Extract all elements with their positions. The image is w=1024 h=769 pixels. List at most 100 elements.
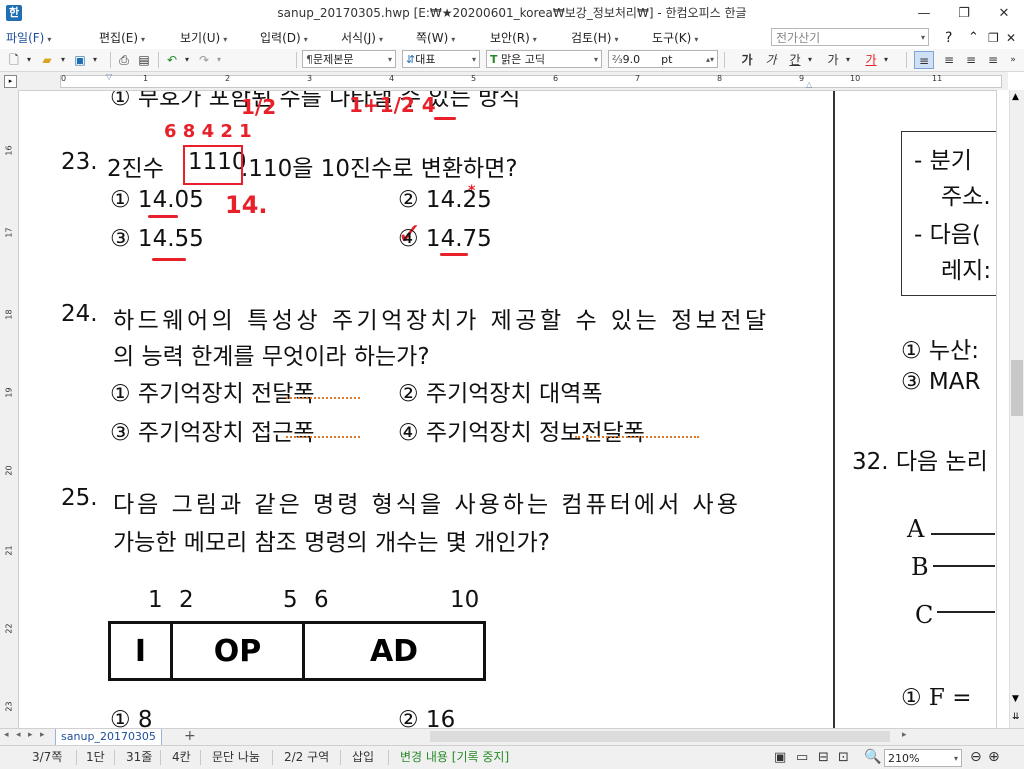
ruler-right-indent-icon[interactable]: △ <box>806 80 812 89</box>
menu-insert[interactable]: 입력(D) ▾ <box>260 27 308 49</box>
font-color-icon[interactable]: 가 <box>862 51 880 69</box>
field-indirect-bit: I <box>108 621 173 681</box>
menu-bar: 파일(F) ▾ 편집(E) ▾ 보기(U) ▾ 입력(D) ▾ 서식(J) ▾ 쪽(W) ▾… <box>0 27 1024 50</box>
menu-tools[interactable]: 도구(K) ▾ <box>652 27 698 49</box>
undo-dropdown-icon[interactable]: ▾ <box>182 51 192 69</box>
formatting-toolbar: 🗋 ▾ ▰ ▾ ▣ ▾ ⎙ ▤ ↶ ▾ ↷ ▾ ¶문제본문 ▾ ⇵대표 ▾ T 맑은… <box>0 49 1024 72</box>
new-document-icon[interactable]: 🗋 <box>6 51 22 69</box>
redo-dropdown-icon[interactable]: ▾ <box>214 51 224 69</box>
font-size-input[interactable]: ⅔9.0 pt ▴▾ <box>608 50 718 68</box>
scroll-right-arrow-icon[interactable]: ▸ <box>902 730 907 740</box>
menu-view[interactable]: 보기(U) ▾ <box>180 27 227 49</box>
help-icon[interactable]: ? <box>945 27 952 49</box>
status-separator <box>114 750 115 765</box>
underline-icon[interactable]: 간 <box>786 51 804 69</box>
scroll-thumb[interactable] <box>1011 360 1023 416</box>
print-preview-icon[interactable]: ▤ <box>136 51 152 69</box>
toolbar-separator <box>906 52 907 68</box>
box-line: 레지: <box>941 258 992 284</box>
menu-search-input[interactable]: 전가산기 ▾ <box>771 28 929 46</box>
ruler-number: 18 <box>4 309 14 320</box>
ruler-number: 22 <box>4 623 14 634</box>
save-icon[interactable]: ▣ <box>72 51 88 69</box>
q25-option-1: ① 8 <box>110 707 153 728</box>
fit-page-icon[interactable]: ⊡ <box>838 746 849 769</box>
status-page[interactable]: 3/7쪽 <box>32 746 62 769</box>
open-dropdown-icon[interactable]: ▾ <box>58 51 68 69</box>
zoom-out-icon[interactable]: ⊖ <box>970 746 982 769</box>
status-track-changes[interactable]: 변경 내용 [기록 중지] <box>400 746 509 769</box>
tab-prev-icon[interactable]: ◂ <box>16 730 21 740</box>
save-dropdown-icon[interactable]: ▾ <box>90 51 100 69</box>
scroll-down-arrow-icon[interactable]: ▼ <box>1012 694 1019 704</box>
superscript-icon[interactable]: 가 <box>824 51 842 69</box>
horizontal-ruler[interactable]: ▸ 0 1 2 3 4 5 6 7 8 9 10 11 ▽ △ <box>0 72 1008 91</box>
horizontal-scroll-thumb[interactable] <box>430 731 890 742</box>
document-page[interactable]: ① 부호가 포함된 수를 나타낼 수 있는 방식 6 8 4 2 1 1/2 1… <box>19 91 996 728</box>
ruler-number: 10 <box>850 74 861 83</box>
menu-review[interactable]: 검토(H) ▾ <box>571 27 618 49</box>
bold-icon[interactable]: 가 <box>738 51 756 69</box>
zoom-in-icon[interactable]: ⊕ <box>988 746 1000 769</box>
bit-label: 10 <box>450 587 480 613</box>
instruction-format-table: I OP AD <box>108 621 486 681</box>
handwriting-result: 14. <box>225 191 268 219</box>
align-left-icon[interactable]: ≡ <box>940 51 958 69</box>
menu-page[interactable]: 쪽(W) ▾ <box>416 27 455 49</box>
bit-label: 2 <box>179 587 194 613</box>
style-select[interactable]: ¶문제본문 ▾ <box>302 50 396 68</box>
document-tab[interactable]: sanup_20170305 <box>55 729 162 746</box>
new-dropdown-icon[interactable]: ▾ <box>24 51 34 69</box>
menu-security[interactable]: 보안(R) ▾ <box>490 27 537 49</box>
tab-next-icon[interactable]: ▸ <box>28 730 33 740</box>
doc-close-icon[interactable]: ✕ <box>1006 27 1016 49</box>
add-tab-button[interactable]: + <box>184 728 196 744</box>
ribbon-toggle-icon[interactable]: ⌃ <box>968 27 979 49</box>
undo-icon[interactable]: ↶ <box>164 51 180 69</box>
page-down-icon[interactable]: ⇊ <box>1012 712 1020 722</box>
font-name-select[interactable]: T 맑은 고딕 ▾ <box>486 50 602 68</box>
vertical-scrollbar[interactable]: ▲ ▼ ⇊ <box>996 90 1024 728</box>
q25-text-line2: 가능한 메모리 참조 명령의 개수는 몇 개인가? <box>113 530 550 556</box>
tab-last-icon[interactable]: ▸ <box>40 730 45 740</box>
toolbar-more-icon[interactable]: » <box>1006 51 1020 69</box>
vertical-ruler[interactable]: 16 17 18 19 20 21 22 23 <box>0 90 19 728</box>
zoom-select[interactable]: 210% ▾ <box>884 749 962 767</box>
bit-label: 1 <box>148 587 163 613</box>
underline-dropdown-icon[interactable]: ▾ <box>805 51 815 69</box>
open-folder-icon[interactable]: ▰ <box>38 51 56 69</box>
zoom-icon[interactable]: 🔍 <box>864 746 881 769</box>
q25-text-line1: 다음 그림과 같은 명령 형식을 사용하는 컴퓨터에서 사용 <box>113 492 741 518</box>
q23-option-1: ① 14.05 <box>110 187 204 213</box>
justify-align-icon[interactable]: ≡ <box>914 51 934 69</box>
print-icon[interactable]: ⎙ <box>116 51 132 69</box>
minimize-button[interactable]: — <box>904 0 944 27</box>
status-separator <box>388 750 389 765</box>
horizontal-scrollbar[interactable]: ◂ ◂ ▸ ▸ sanup_20170305 + ▸ <box>0 728 1024 746</box>
close-button[interactable]: ✕ <box>984 0 1024 27</box>
ruler-tab-selector-icon[interactable]: ▸ <box>4 75 17 88</box>
font-color-dropdown-icon[interactable]: ▾ <box>881 51 891 69</box>
ruler-number: 11 <box>932 74 943 83</box>
status-insert-mode[interactable]: 삽입 <box>352 746 374 769</box>
tab-first-icon[interactable]: ◂ <box>4 730 9 740</box>
ruler-indent-marker-icon[interactable]: ▽ <box>106 72 112 81</box>
restore-button[interactable]: ❐ <box>944 0 984 27</box>
normal-view-icon[interactable]: ▣ <box>774 746 786 769</box>
align-right-icon[interactable]: ≡ <box>984 51 1002 69</box>
circuit-wire-c <box>937 611 995 613</box>
status-char: 4칸 <box>172 750 191 764</box>
fit-width-icon[interactable]: ⊟ <box>818 746 829 769</box>
web-view-icon[interactable]: ▭ <box>796 746 808 769</box>
handwriting-underline <box>148 215 178 218</box>
font-language-select[interactable]: ⇵대표 ▾ <box>402 50 480 68</box>
superscript-dropdown-icon[interactable]: ▾ <box>843 51 853 69</box>
menu-format[interactable]: 서식(J) ▾ <box>341 27 383 49</box>
align-center-icon[interactable]: ≡ <box>962 51 980 69</box>
menu-file[interactable]: 파일(F) ▾ <box>6 27 51 49</box>
redo-icon[interactable]: ↷ <box>196 51 212 69</box>
menu-edit[interactable]: 편집(E) ▾ <box>99 27 145 49</box>
doc-restore-icon[interactable]: ❐ <box>988 27 999 49</box>
italic-icon[interactable]: 가 <box>762 51 780 69</box>
scroll-up-arrow-icon[interactable]: ▲ <box>1012 92 1019 102</box>
